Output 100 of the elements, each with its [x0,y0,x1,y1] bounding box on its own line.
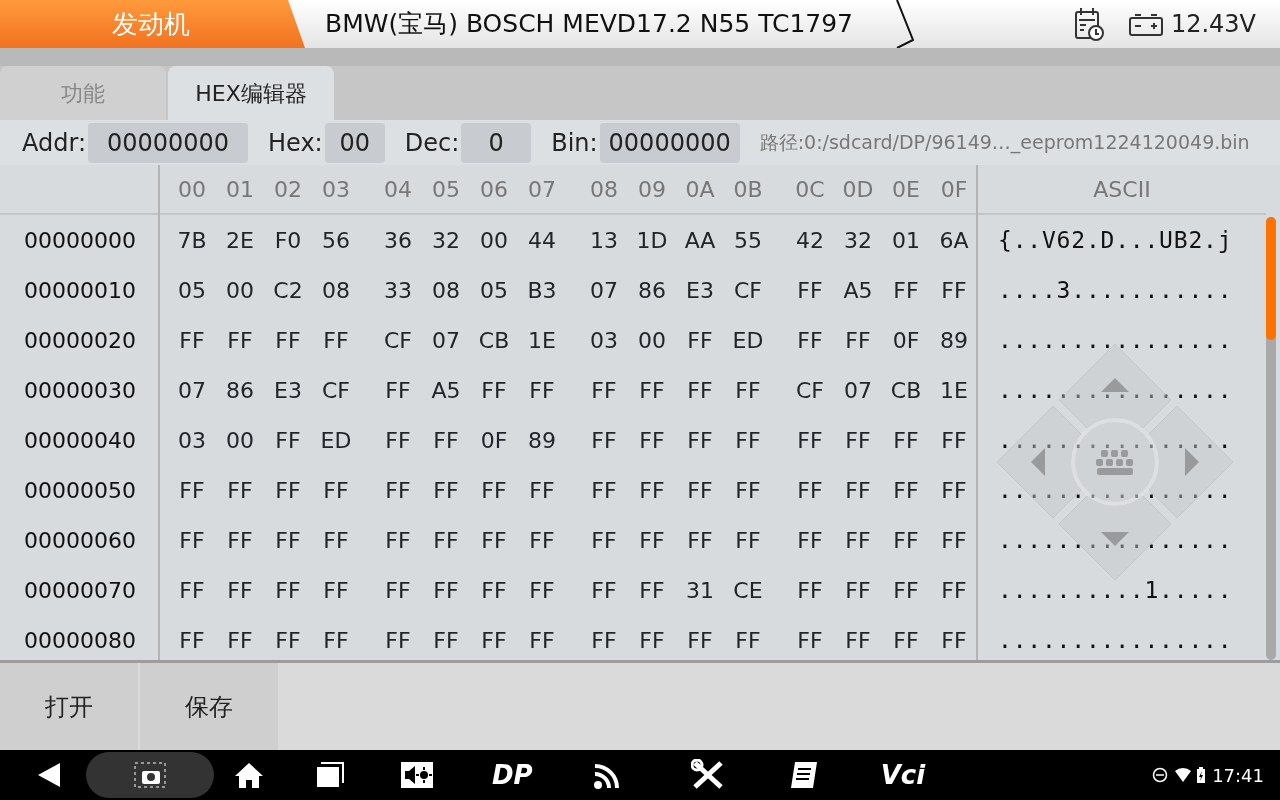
hex-cell-text: FF [686,426,714,455]
hex-cell-text: FF [226,626,254,655]
address-cell-text: 00000000 [24,226,136,255]
hex-cell-text: FF [432,626,460,655]
toolbar-button[interactable]: 保存 [140,663,278,750]
hex-cell-text: FF [384,426,412,455]
hex-cell-text: FF [226,326,254,355]
tools-icon[interactable] [690,759,725,791]
address-cell-text: 00000040 [24,426,136,455]
hex-cell-text: FF [638,376,666,405]
column-header: 02 [273,175,303,204]
address-cell-text: 00000020 [24,326,136,355]
hex-cell-text: 03 [177,426,207,455]
hex-cell-text: 00 [637,326,667,355]
hex-cell-text: FF [274,326,302,355]
hex-cell-text: 00 [225,276,255,305]
value-field[interactable]: 00000000 [599,122,740,163]
column-header: 0F [939,175,969,204]
address-cell-text: 00000080 [24,626,136,655]
calendar-clock-icon[interactable] [1072,6,1105,42]
hex-cell-text: FF [844,576,872,605]
hex-cell-text: FF [528,626,556,655]
hex-cell-text: 05 [479,276,509,305]
hex-cell-text: ED [319,426,353,455]
value-field[interactable]: 00 [324,122,385,163]
hex-cell-text: 07 [431,326,461,355]
hex-cell-text: FF [590,376,618,405]
hex-cell-text: FF [178,526,206,555]
column-header: 04 [383,175,413,204]
hex-cell-text: 7B [176,226,208,255]
volume-brightness-icon[interactable] [400,761,434,789]
app-logo[interactable]: Vci [880,755,926,795]
hex-cell-text: FF [638,626,666,655]
section-title: 发动机 [0,0,305,48]
value-field[interactable]: 0 [461,122,532,163]
hex-cell-text: 86 [225,376,255,405]
hex-cell-text: FF [796,476,824,505]
hex-cell-text: FF [892,576,920,605]
tab[interactable]: HEX编辑器 [168,66,334,120]
hex-cell-text: FF [638,426,666,455]
scroll-thumb[interactable] [1266,217,1276,340]
hex-cell-text: FF [274,526,302,555]
hex-cell-text: CB [477,326,511,355]
back-icon[interactable] [36,761,62,789]
manual-icon[interactable] [788,760,819,790]
hex-cell-text: 44 [527,226,557,255]
hex-cell-text: 07 [177,376,207,405]
hex-cell-text: FF [796,626,824,655]
hex-cell-text: FF [796,526,824,555]
hex-cell-text: FF [844,476,872,505]
toolbar-button[interactable]: 打开 [0,663,138,750]
ascii-cell-text: ................ [997,625,1233,655]
hex-cell-text: 01 [891,226,921,255]
battery-icon [1128,13,1163,36]
hex-cell-text: FF [734,426,762,455]
screenshot-button[interactable] [86,752,214,798]
hex-cell-text: FF [892,476,920,505]
hex-cell-text: 55 [733,226,763,255]
hex-cell-text: FF [528,376,556,405]
recent-apps-icon[interactable] [316,762,344,788]
column-header: 00 [177,175,207,204]
hex-cell-text: FF [686,376,714,405]
hex-cell-text: FF [528,576,556,605]
address-cell-text: 00000070 [24,576,136,605]
column-header: 06 [479,175,509,204]
address-cell-text: 00000050 [24,476,136,505]
hex-cell-text: FF [638,576,666,605]
hex-cell-text: A5 [430,376,462,405]
value-field[interactable]: 00000000 [88,122,248,163]
column-header: 0A [684,175,716,204]
scrollbar[interactable] [1266,217,1276,660]
hex-cell-text: FF [384,576,412,605]
hex-cell-text: FF [796,276,824,305]
hex-cell-text: FF [480,376,508,405]
hex-cell-text: FF [590,476,618,505]
hex-cell-text: FF [432,576,460,605]
hex-cell-text: 32 [843,226,873,255]
hex-cell-text: FF [892,426,920,455]
hex-cell-text: 05 [177,276,207,305]
hex-cell-text: 07 [843,376,873,405]
hex-cell-text: FF [480,576,508,605]
field-label: Dec: [404,127,460,159]
hex-cell-text: FF [274,626,302,655]
hex-cell-text: FF [734,376,762,405]
hex-cell-text: FF [892,626,920,655]
hex-cell-text: 1E [939,376,969,405]
hex-cell-text: FF [686,526,714,555]
hex-cell-text: FF [178,476,206,505]
address-cell-text: 00000010 [24,276,136,305]
home-icon[interactable] [234,761,264,789]
app-logo[interactable]: DP [492,755,533,795]
hex-cell-text: FF [940,626,968,655]
hex-cell-text: FF [940,276,968,305]
hex-cell-text: FF [226,576,254,605]
hex-cell-text: FF [638,476,666,505]
hex-cell-text: A5 [842,276,874,305]
hex-cell-text: FF [384,626,412,655]
hex-cell-text: E3 [685,276,715,305]
hex-cell-text: FF [226,526,254,555]
do-not-disturb-icon [1152,767,1169,783]
